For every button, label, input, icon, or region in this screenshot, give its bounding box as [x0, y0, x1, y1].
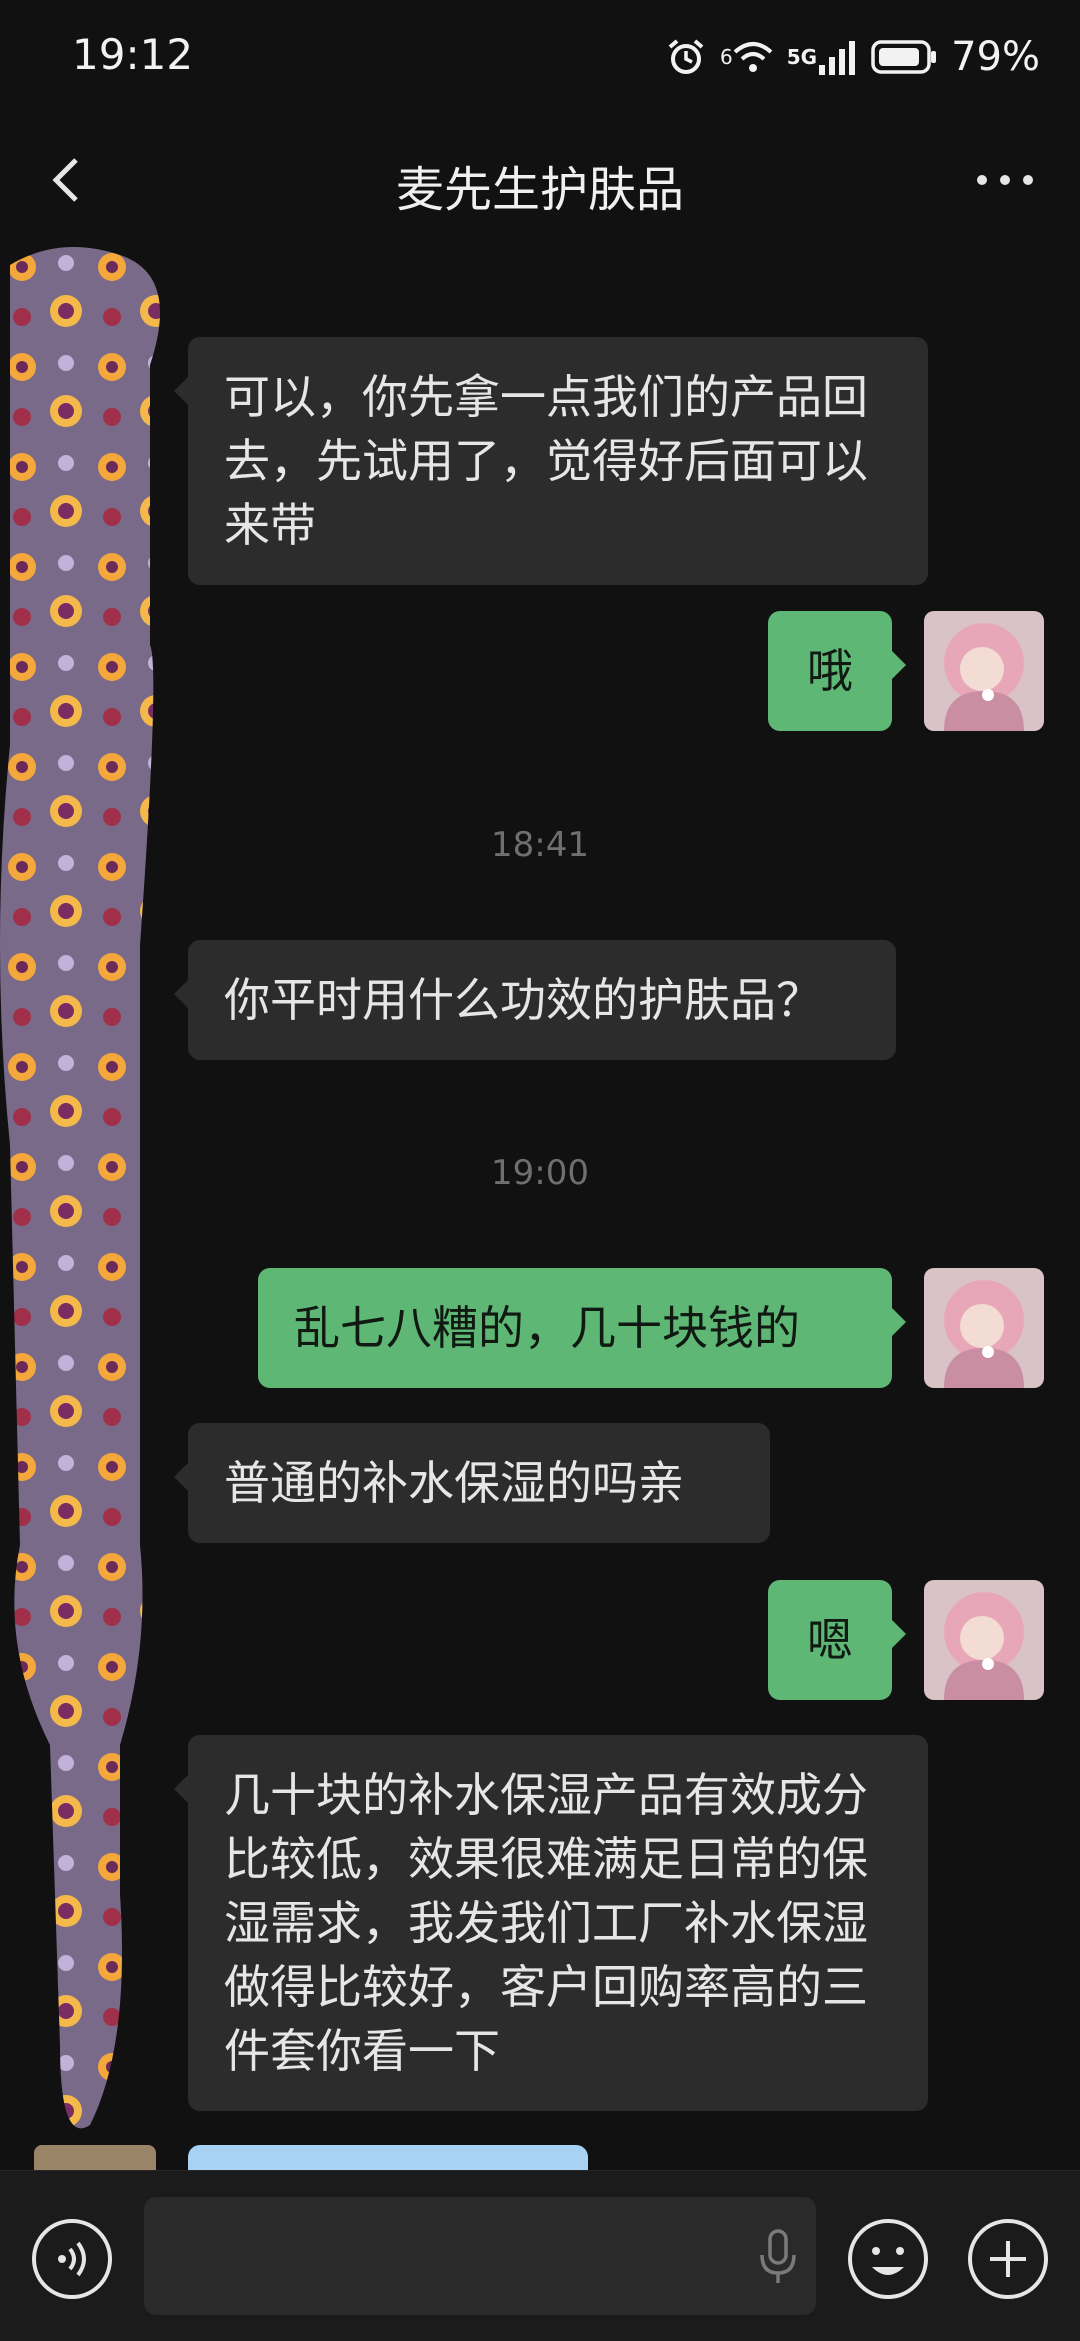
- more-actions-button[interactable]: [966, 2217, 1050, 2301]
- more-dots-icon: [977, 175, 1033, 185]
- my-avatar[interactable]: [924, 1268, 1044, 1388]
- my-avatar[interactable]: [924, 611, 1044, 731]
- outgoing-message[interactable]: 嗯: [768, 1580, 906, 1700]
- outgoing-message[interactable]: 乱七八糟的，几十块钱的: [258, 1268, 906, 1388]
- voice-toggle-button[interactable]: [30, 2217, 114, 2301]
- incoming-message[interactable]: 可以，你先拿一点我们的产品回去，先试用了，觉得好后面可以来带: [174, 337, 928, 585]
- avatar-illustration: [924, 611, 1044, 731]
- battery-icon: [871, 40, 937, 74]
- chat-header: 麦先生护肤品: [0, 120, 1080, 245]
- alarm-icon: [666, 37, 706, 77]
- plus-icon: [968, 2219, 1048, 2299]
- chat-title: 麦先生护肤品: [395, 162, 684, 218]
- status-bar: 19:12 6 5G 79%: [0, 0, 1080, 120]
- avatar-illustration: [924, 1580, 1044, 1700]
- emoji-button[interactable]: [846, 2217, 930, 2301]
- message-list[interactable]: 可以，你先拿一点我们的产品回去，先试用了，觉得好后面可以来带 哦 18:41 你…: [0, 245, 1080, 2170]
- network-label: 5G: [786, 45, 818, 69]
- signal-icon: 5G: [787, 39, 857, 75]
- doodle-sticker-overlay: [0, 247, 160, 2129]
- status-time: 19:12: [72, 30, 194, 79]
- wifi-icon: 6: [720, 40, 773, 74]
- message-input[interactable]: [144, 2197, 816, 2315]
- emoji-icon: [848, 2219, 928, 2299]
- my-avatar[interactable]: [924, 1580, 1044, 1700]
- input-bar: [0, 2170, 1080, 2341]
- outgoing-message[interactable]: 哦: [768, 611, 906, 731]
- timestamp: 19:00: [491, 1153, 589, 1193]
- shared-card-partial[interactable]: [188, 2145, 588, 2170]
- incoming-message[interactable]: 几十块的补水保湿产品有效成分比较低，效果很难满足日常的保湿需求，我发我们工厂补水…: [174, 1735, 928, 2111]
- voice-icon: [32, 2219, 112, 2299]
- avatar-illustration: [924, 1268, 1044, 1388]
- timestamp: 18:41: [491, 825, 589, 865]
- battery-level: 79%: [951, 34, 1040, 80]
- incoming-message[interactable]: 你平时用什么功效的护肤品？: [174, 940, 896, 1060]
- wifi-badge: 6: [720, 45, 733, 69]
- microphone-icon[interactable]: [758, 2227, 798, 2287]
- incoming-message[interactable]: 普通的补水保湿的吗亲: [174, 1423, 770, 1543]
- contact-avatar-partial[interactable]: [34, 2145, 156, 2170]
- more-button[interactable]: [970, 150, 1040, 210]
- status-icons: 6 5G 79%: [666, 34, 1040, 80]
